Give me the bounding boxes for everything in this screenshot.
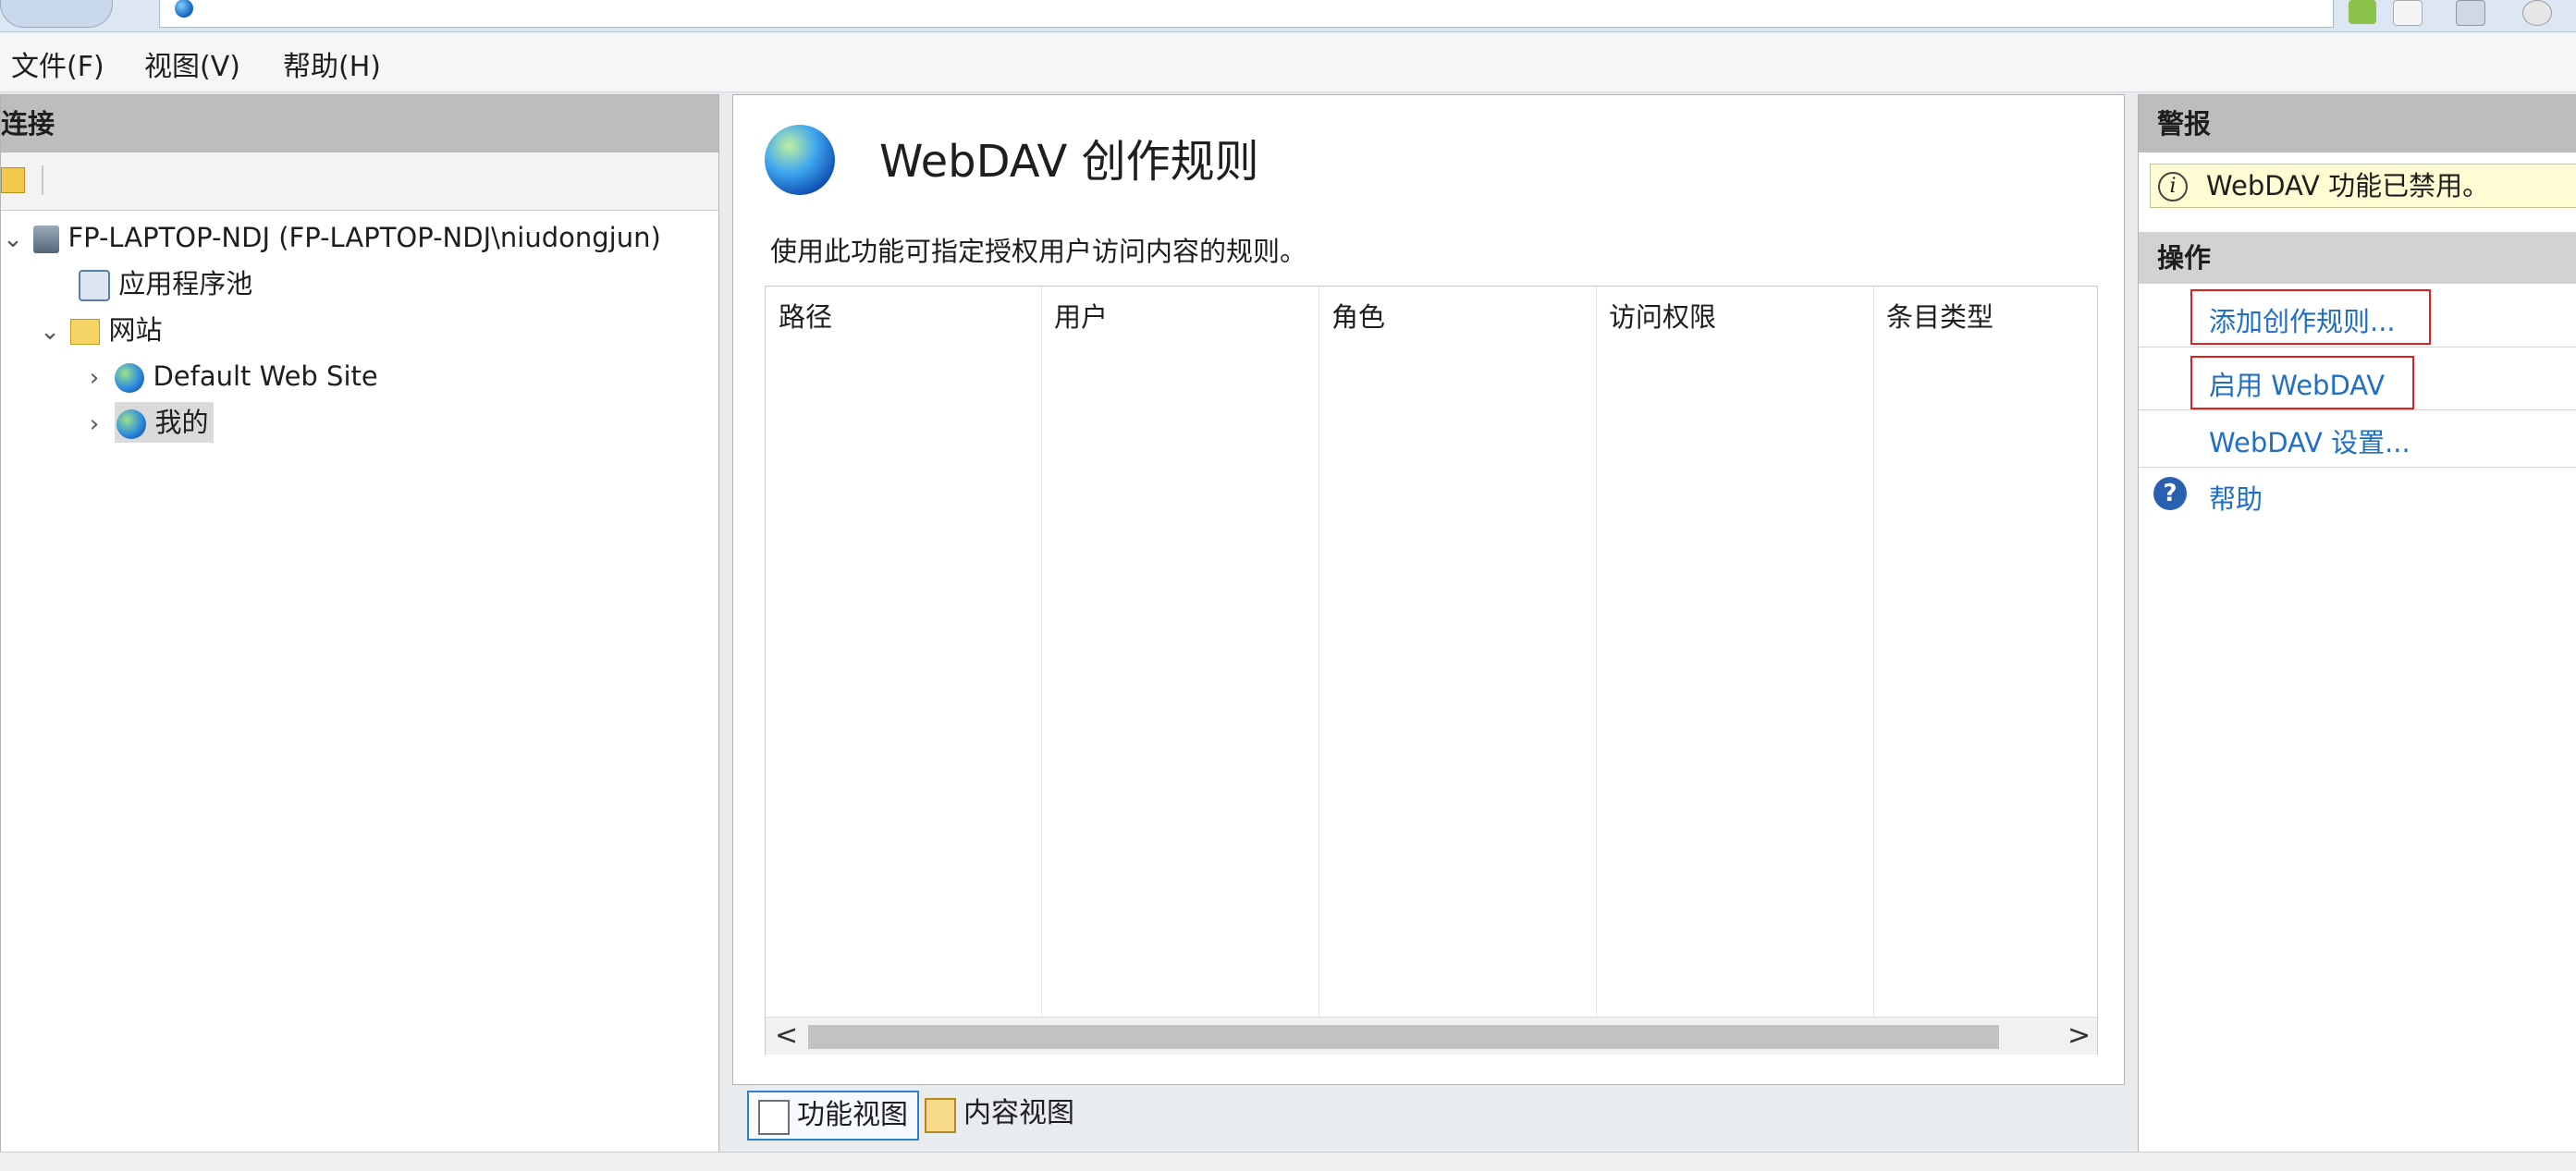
action-divider	[2139, 409, 2576, 410]
tree-node-app-pools[interactable]: 应用程序池	[79, 263, 252, 304]
app-pool-icon	[79, 270, 110, 301]
column-header-access[interactable]: 访问权限	[1609, 296, 1716, 335]
content-view-icon	[925, 1098, 956, 1133]
tab-feature-view[interactable]: 功能视图	[747, 1091, 919, 1141]
chevron-right-icon[interactable]: ›	[82, 358, 106, 398]
help-link[interactable]: 帮助	[2209, 478, 2263, 517]
alert-message-box: i WebDAV 功能已禁用。	[2150, 164, 2576, 208]
chevron-down-icon[interactable]: ⌄	[1, 219, 25, 260]
tree-label-server: FP-LAPTOP-NDJ (FP-LAPTOP-NDJ\niudongjun)	[67, 222, 661, 253]
feature-view-icon	[758, 1100, 790, 1135]
selected-node-highlight: 我的	[115, 402, 215, 443]
tree-node-my-site[interactable]: › 我的	[82, 402, 215, 445]
globe-icon	[117, 409, 147, 439]
connections-header: 连接	[1, 95, 718, 152]
add-authoring-rule-link[interactable]: 添加创作规则...	[2209, 300, 2396, 339]
server-icon	[33, 226, 60, 253]
page-title: WebDAV 创作规则	[879, 136, 1259, 188]
webdav-globe-icon	[765, 125, 835, 195]
connections-panel: 连接 ⌄ FP-LAPTOP-NDJ (FP-LAPTOP-NDJ\niudon…	[0, 94, 719, 1153]
menu-file[interactable]: 文件(F)	[11, 43, 104, 84]
actions-header: 操作	[2139, 232, 2576, 284]
chevron-down-icon[interactable]: ⌄	[38, 311, 62, 352]
connections-toolbar	[1, 152, 718, 211]
action-divider	[2139, 347, 2576, 348]
refresh-icon[interactable]	[2349, 0, 2376, 24]
chevron-right-icon[interactable]: ›	[82, 404, 106, 445]
menu-bar: 文件(F) 视图(V) 帮助(H)	[0, 32, 2576, 92]
scroll-right-arrow[interactable]: >	[2067, 1019, 2091, 1052]
tree-node-server[interactable]: ⌄ FP-LAPTOP-NDJ (FP-LAPTOP-NDJ\niudongju…	[1, 217, 661, 258]
action-divider	[2139, 467, 2576, 468]
page-description: 使用此功能可指定授权用户访问内容的规则。	[770, 236, 1307, 267]
info-icon: i	[2158, 172, 2188, 201]
back-button[interactable]	[0, 0, 113, 28]
column-divider	[1873, 287, 1874, 1017]
column-header-role[interactable]: 角色	[1331, 296, 1385, 335]
folder-icon	[70, 319, 101, 345]
alerts-header: 警报	[2139, 95, 2576, 152]
feature-page: WebDAV 创作规则 使用此功能可指定授权用户访问内容的规则。 路径 用户 角…	[732, 94, 2125, 1085]
help-round-icon[interactable]	[2522, 0, 2552, 26]
tree-label-app-pools: 应用程序池	[118, 268, 253, 299]
column-header-entry-type[interactable]: 条目类型	[1886, 296, 1993, 335]
column-divider	[1041, 287, 1042, 1017]
globe-icon	[115, 363, 145, 393]
actions-panel: 警报 i WebDAV 功能已禁用。 操作 添加创作规则... 启用 WebDA…	[2138, 94, 2576, 1153]
globe-icon	[175, 0, 193, 18]
rules-table[interactable]: 路径 用户 角色 访问权限 条目类型 < >	[765, 286, 2098, 1055]
scrollbar-thumb[interactable]	[808, 1025, 1999, 1049]
home-icon[interactable]	[2456, 0, 2485, 26]
connect-icon[interactable]	[1, 167, 25, 193]
column-header-path[interactable]: 路径	[779, 296, 832, 335]
tree-label-my-site: 我的	[154, 407, 209, 438]
column-divider	[1596, 287, 1597, 1017]
tree-node-default-site[interactable]: › Default Web Site	[82, 356, 378, 396]
view-tabs: 功能视图 内容视图	[732, 1083, 2123, 1152]
status-bar	[0, 1152, 2576, 1171]
tab-content-view-label: 内容视图	[963, 1097, 1074, 1129]
alert-text: WebDAV 功能已禁用。	[2206, 170, 2490, 201]
toolbar-divider	[42, 165, 43, 195]
scroll-left-arrow[interactable]: <	[775, 1019, 798, 1052]
address-field[interactable]	[159, 0, 2334, 28]
horizontal-scrollbar[interactable]: < >	[766, 1017, 2097, 1055]
tab-feature-view-label: 功能视图	[797, 1099, 908, 1131]
tree-label-sites: 网站	[108, 314, 163, 346]
enable-webdav-link[interactable]: 启用 WebDAV	[2209, 364, 2385, 403]
menu-view[interactable]: 视图(V)	[144, 43, 240, 84]
column-header-user[interactable]: 用户	[1054, 296, 1108, 335]
stop-icon[interactable]	[2393, 0, 2423, 26]
tab-content-view[interactable]: 内容视图	[915, 1091, 1084, 1137]
help-icon: ?	[2153, 477, 2187, 510]
tree-label-default-site: Default Web Site	[153, 360, 378, 392]
address-bar-strip	[0, 0, 2576, 32]
menu-help[interactable]: 帮助(H)	[283, 43, 381, 84]
webdav-settings-link[interactable]: WebDAV 设置...	[2209, 421, 2410, 460]
tree-node-sites[interactable]: ⌄ 网站	[38, 310, 162, 350]
